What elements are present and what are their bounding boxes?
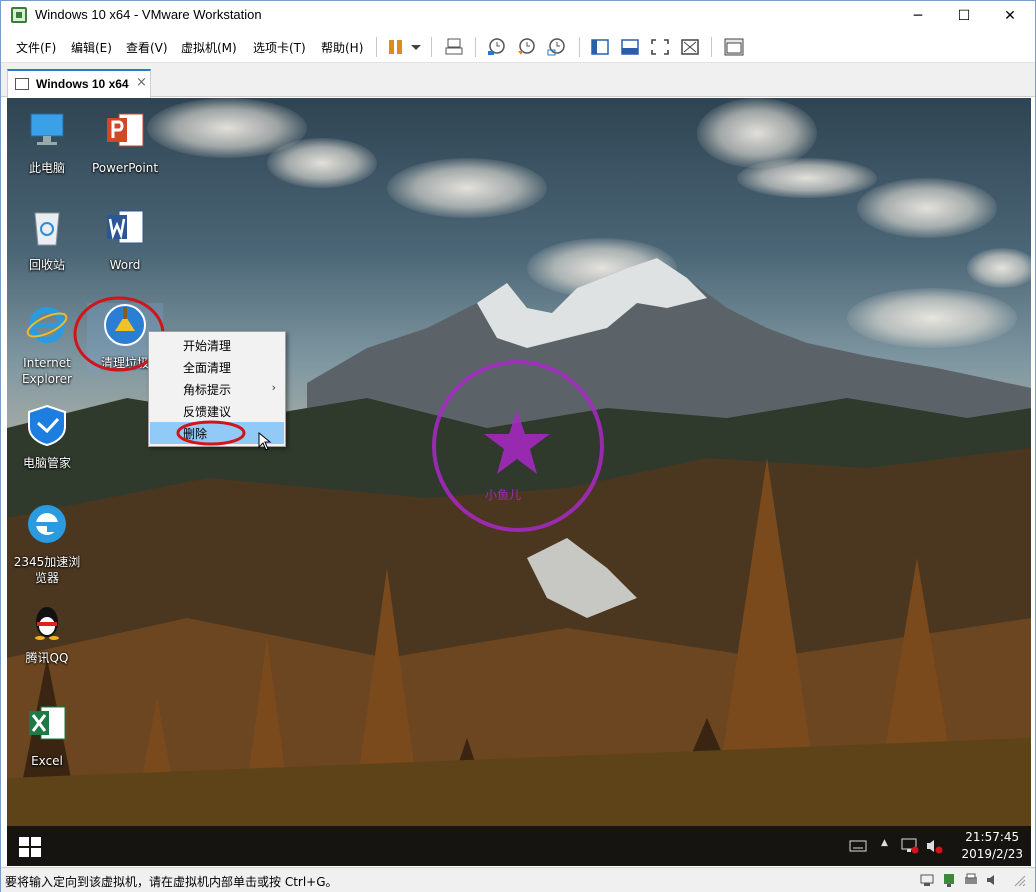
browser-2345-icon	[28, 505, 66, 543]
desktop-icon-excel[interactable]: Excel	[9, 701, 85, 769]
star-icon	[484, 410, 550, 474]
minimize-button[interactable]: ─	[895, 1, 941, 31]
chevron-down-icon[interactable]	[405, 37, 427, 57]
network-icon[interactable]	[901, 838, 919, 854]
menu-tabs[interactable]: 选项卡(T)	[253, 39, 306, 56]
vmware-app-icon	[11, 7, 27, 23]
volume-muted-icon[interactable]	[925, 838, 943, 854]
desktop-icon-powerpoint[interactable]: PowerPoint	[87, 108, 163, 176]
toolbar-separator	[376, 37, 377, 57]
internet-explorer-icon	[26, 307, 68, 343]
keyboard-icon[interactable]	[849, 839, 867, 853]
status-message: 要将输入定向到该虚拟机，请在虚拟机内部单击或按 Ctrl+G。	[5, 875, 338, 889]
console-view-icon[interactable]	[619, 37, 641, 57]
pc-manager-shield-icon	[28, 404, 66, 447]
snapshot-manager-icon[interactable]	[545, 37, 567, 57]
desktop-icon-recycle-bin[interactable]: 回收站	[9, 205, 85, 273]
desktop-icon-qq[interactable]: 腾讯QQ	[9, 598, 85, 666]
tab-label: Windows 10 x64	[36, 77, 129, 91]
clock-date: 2019/2/23	[961, 847, 1023, 861]
desktop-icon-this-pc[interactable]: 此电脑	[9, 108, 85, 176]
snapshot-icon[interactable]	[485, 37, 507, 57]
chevron-right-icon: ›	[271, 381, 276, 394]
toolbar-separator	[579, 37, 580, 57]
resize-grip-icon[interactable]	[1011, 872, 1027, 888]
mouse-cursor-icon	[258, 432, 272, 451]
desktop-icon-2345-browser[interactable]: 2345加速浏览器	[9, 502, 85, 586]
desktop-icon-label: 2345加速浏览器	[13, 555, 81, 585]
this-pc-icon	[30, 113, 64, 145]
thumbnail-view-icon[interactable]	[723, 37, 745, 57]
guest-desktop[interactable]: 此电脑 回收站 Internet Explorer 电脑管家 2345加速浏览器	[7, 98, 1031, 866]
taskbar: ▲ 21:57:45 2019/2/23	[7, 826, 1031, 866]
menu-view[interactable]: 查看(V)	[126, 39, 168, 56]
tab-windows-10-x64[interactable]: Windows 10 x64 ×	[7, 69, 151, 98]
library-view-icon[interactable]	[589, 37, 611, 57]
annotation-circle-icon	[176, 420, 246, 446]
recycle-bin-icon	[34, 212, 60, 246]
sound-card-icon[interactable]	[985, 872, 1001, 888]
toolbar-separator	[711, 37, 712, 57]
close-button[interactable]: ✕	[987, 1, 1033, 31]
vm-icon	[15, 78, 29, 90]
desktop-icon-word[interactable]: Word	[87, 205, 163, 273]
tray-expand-icon[interactable]: ▲	[881, 838, 888, 848]
desktop-icon-label: 回收站	[28, 258, 65, 272]
qq-penguin-icon	[35, 607, 59, 640]
powerpoint-icon	[107, 113, 144, 147]
menu-edit[interactable]: 编辑(E)	[71, 39, 112, 56]
vmware-window: Windows 10 x64 - VMware Workstation ─ ☐ …	[0, 0, 1036, 892]
tab-strip: Windows 10 x64 ×	[1, 63, 1035, 98]
context-menu-item-start-clean[interactable]: 开始清理	[150, 334, 284, 356]
maximize-button[interactable]: ☐	[941, 1, 987, 31]
tray-clock[interactable]: 21:57:45 2019/2/23	[961, 829, 1023, 863]
context-menu-item-full-clean[interactable]: 全面清理	[150, 356, 284, 378]
menu-bar: 文件(F) 编辑(E) 查看(V) 虚拟机(M) 选项卡(T) 帮助(H)	[1, 31, 1035, 63]
excel-icon	[29, 706, 66, 740]
menu-vm[interactable]: 虚拟机(M)	[181, 39, 237, 56]
unity-view-icon[interactable]	[679, 37, 701, 57]
printer-icon[interactable]	[963, 872, 979, 888]
title-bar: Windows 10 x64 - VMware Workstation ─ ☐ …	[1, 1, 1035, 31]
network-adapter-icon[interactable]	[919, 872, 935, 888]
tab-close-icon[interactable]: ×	[136, 75, 147, 90]
usb-device-icon[interactable]	[941, 872, 957, 888]
menu-file[interactable]: 文件(F)	[16, 39, 56, 56]
send-keys-icon[interactable]	[443, 37, 465, 57]
desktop-icon-label: 腾讯QQ	[25, 651, 69, 665]
word-icon	[107, 210, 144, 244]
desktop-icon-label: Excel	[31, 754, 63, 768]
desktop-icon-label: 此电脑	[28, 161, 65, 175]
status-bar: 要将输入定向到该虚拟机，请在虚拟机内部单击或按 Ctrl+G。	[1, 867, 1035, 892]
pause-icon[interactable]	[385, 37, 407, 57]
toolbar-separator	[475, 37, 476, 57]
desktop-icon-label: PowerPoint	[91, 161, 159, 175]
clock-time: 21:57:45	[965, 830, 1020, 844]
window-title: Windows 10 x64 - VMware Workstation	[35, 7, 262, 22]
desktop-icon-pc-manager[interactable]: 电脑管家	[9, 403, 85, 471]
desktop-icon-label: 电脑管家	[22, 456, 71, 470]
desktop-icon-label: Word	[109, 258, 141, 272]
windows-start-icon[interactable]	[19, 837, 41, 857]
watermark-stamp-text: 小鱼儿	[485, 488, 522, 502]
context-menu-item-badge-hint[interactable]: 角标提示 ›	[150, 378, 284, 400]
menu-help[interactable]: 帮助(H)	[321, 39, 363, 56]
revert-snapshot-icon[interactable]	[515, 37, 537, 57]
toolbar-separator	[431, 37, 432, 57]
fullscreen-icon[interactable]	[649, 37, 671, 57]
